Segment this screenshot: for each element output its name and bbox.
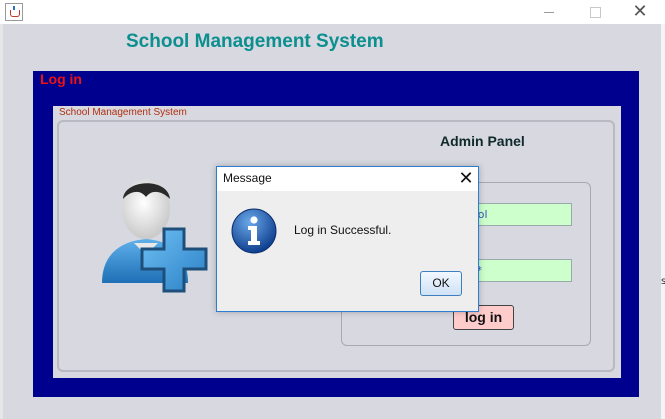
frame-right-edge bbox=[661, 24, 665, 419]
minimize-button[interactable] bbox=[526, 0, 572, 24]
app-title: School Management System bbox=[126, 31, 384, 52]
java-cup-icon bbox=[5, 3, 23, 21]
window-close-button[interactable]: ✕ bbox=[617, 0, 663, 24]
minimize-icon bbox=[544, 12, 554, 13]
password-field[interactable]: ** bbox=[466, 259, 572, 282]
maximize-icon bbox=[590, 7, 601, 18]
dialog-title: Message bbox=[223, 171, 272, 185]
ok-button[interactable]: OK bbox=[420, 271, 462, 296]
section-label: Log in bbox=[40, 71, 82, 87]
admin-user-add-icon bbox=[102, 179, 208, 293]
message-dialog: Message ✕ Log in Successful. OK bbox=[216, 166, 479, 312]
info-icon bbox=[231, 208, 277, 254]
username-field[interactable]: ool bbox=[466, 203, 572, 226]
dialog-message: Log in Successful. bbox=[294, 223, 392, 237]
panel-border-title: School Management System bbox=[59, 107, 187, 118]
admin-panel-heading: Admin Panel bbox=[440, 133, 525, 149]
dialog-close-button[interactable]: ✕ bbox=[455, 167, 477, 191]
dialog-body: Log in Successful. OK bbox=[217, 191, 478, 311]
maximize-button[interactable] bbox=[572, 0, 618, 24]
edge-mark: s bbox=[661, 276, 665, 287]
